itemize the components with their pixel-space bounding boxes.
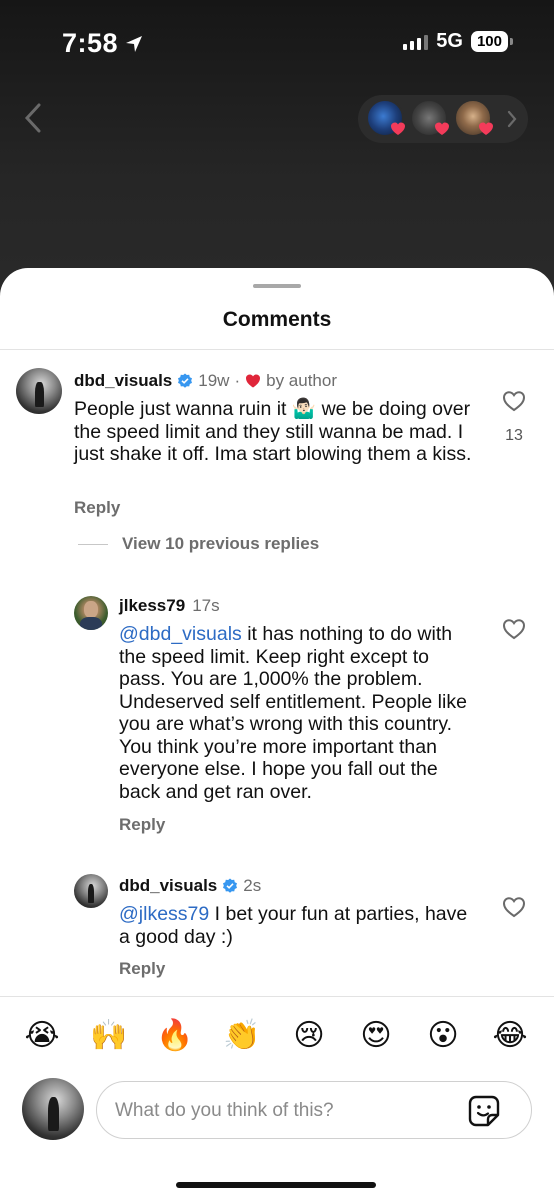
view-replies-line: [78, 543, 108, 545]
comment-text: @dbd_visuals it has nothing to do with t…: [119, 623, 481, 803]
emoji-button[interactable]: 😢: [289, 1016, 329, 1056]
avatar: [366, 99, 405, 137]
comment-header: dbd_visuals 19w · by author: [74, 371, 337, 391]
emoji-button[interactable]: 👏: [222, 1016, 262, 1056]
heart-icon: [246, 374, 261, 388]
status-time: 7:58: [62, 28, 144, 59]
emoji-button[interactable]: 🙌: [89, 1016, 129, 1056]
avatar[interactable]: [74, 596, 108, 630]
status-bar: 7:58 5G 100: [0, 0, 554, 90]
comment-time: 2s: [243, 876, 262, 895]
divider: [0, 996, 554, 997]
comment-time: 19w: [198, 371, 230, 390]
emoji-button[interactable]: 😭: [22, 1016, 62, 1056]
emoji-button[interactable]: 😮: [423, 1016, 463, 1056]
chevron-left-icon[interactable]: [22, 101, 44, 135]
heart-icon: [391, 122, 405, 135]
heart-icon: [479, 122, 493, 135]
comments-sheet: Comments dbd_visuals 19w · by author Peo…: [0, 268, 554, 1200]
liked-by-stack[interactable]: [358, 95, 528, 143]
comment-username[interactable]: jlkess79: [119, 596, 185, 616]
mention-link[interactable]: @dbd_visuals: [119, 623, 242, 645]
comment-text: People just wanna ruin it 🤷🏻‍♂️ we be do…: [74, 398, 472, 465]
signal-icon: [403, 34, 429, 50]
heart-outline-icon[interactable]: [502, 896, 526, 918]
composer-avatar: [22, 1078, 84, 1140]
verified-badge-icon: [223, 878, 238, 893]
avatar[interactable]: [74, 874, 108, 908]
comment-username[interactable]: dbd_visuals: [74, 371, 172, 391]
comment-text: @jlkess79 I bet your fun at parties, hav…: [119, 903, 481, 948]
comment-header: jlkess79 17s: [119, 596, 220, 616]
location-arrow-icon: [126, 35, 143, 52]
battery-icon: 100: [470, 31, 514, 52]
avatar[interactable]: [16, 368, 62, 414]
comment-header: dbd_visuals 2s: [119, 876, 261, 896]
sticker-icon[interactable]: [467, 1094, 501, 1128]
clock-text: 7:58: [62, 28, 119, 58]
home-indicator: [176, 1182, 376, 1188]
reply-button[interactable]: Reply: [74, 498, 120, 518]
network-label: 5G: [436, 30, 463, 52]
reply-button[interactable]: Reply: [119, 959, 165, 979]
avatar: [454, 99, 493, 137]
avatar: [410, 99, 449, 137]
sheet-title: Comments: [222, 308, 332, 331]
liked-by-author-label: by author: [266, 371, 338, 390]
status-indicators: 5G 100: [403, 30, 514, 53]
verified-badge-icon: [178, 373, 193, 388]
heart-outline-icon[interactable]: [502, 390, 526, 412]
reply-text: it has nothing to do with the speed limi…: [119, 623, 467, 803]
emoji-button[interactable]: 🔥: [155, 1016, 195, 1056]
story-nav: [0, 95, 554, 145]
view-replies-label: View 10 previous replies: [122, 534, 320, 553]
comment-time: 17s: [192, 596, 220, 615]
heart-icon: [435, 122, 449, 135]
comment-input[interactable]: [115, 1096, 445, 1126]
comment-composer[interactable]: [96, 1081, 532, 1139]
like-count: 13: [505, 427, 523, 444]
emoji-reaction-bar: 😭 🙌 🔥 👏 😢 😍 😮 😂: [0, 1016, 554, 1056]
emoji-button[interactable]: 😍: [356, 1016, 396, 1056]
separator-dot: ·: [234, 371, 241, 390]
mention-link[interactable]: @jlkess79: [119, 903, 209, 925]
heart-outline-icon[interactable]: [502, 618, 526, 640]
sheet-grabber[interactable]: [253, 284, 301, 288]
battery-level: 100: [476, 33, 502, 50]
divider: [0, 349, 554, 350]
emoji-button[interactable]: 😂: [490, 1016, 530, 1056]
view-previous-replies[interactable]: View 10 previous replies: [78, 534, 319, 554]
reply-button[interactable]: Reply: [119, 815, 165, 835]
chevron-right-icon: [507, 110, 517, 128]
comment-username[interactable]: dbd_visuals: [119, 876, 217, 896]
